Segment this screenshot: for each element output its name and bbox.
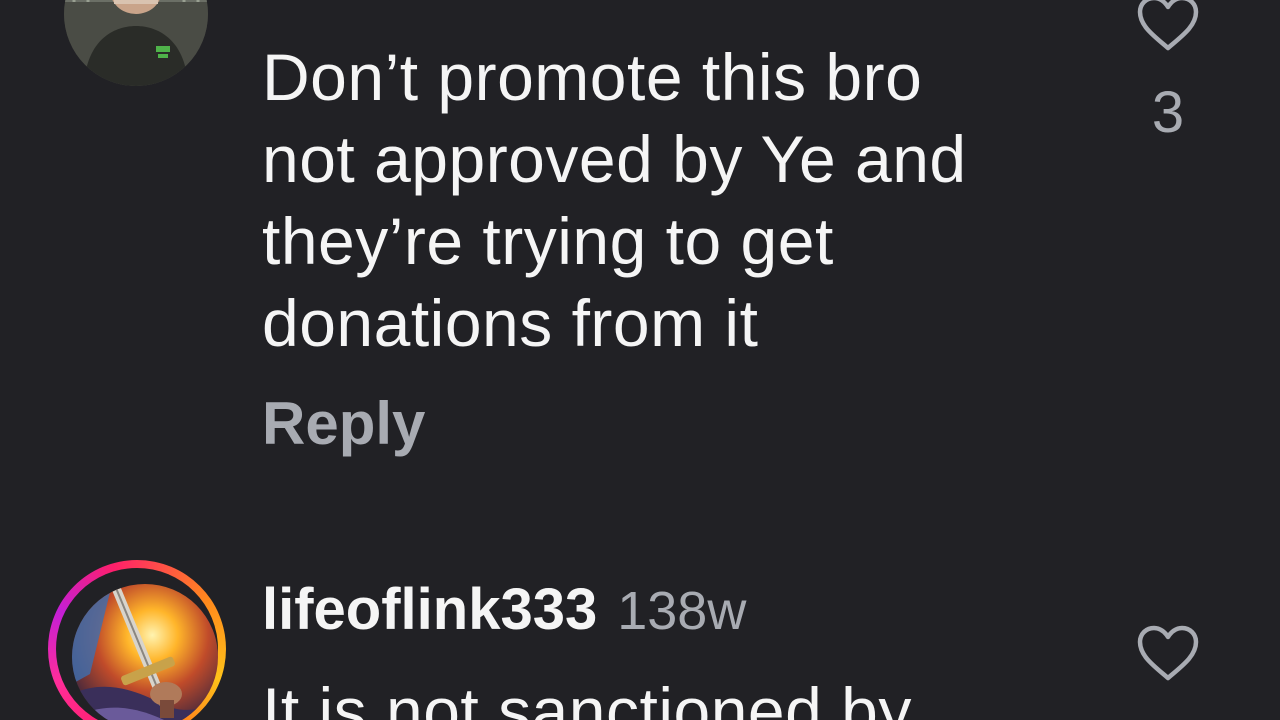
avatar[interactable] xyxy=(64,0,208,86)
comment-item: lifeoflink333 138w It is not sanctioned b… xyxy=(0,540,1280,720)
comments-screen: Don’t promote this bro not approved by Y… xyxy=(0,0,1280,720)
username-link[interactable]: lifeoflink333 xyxy=(262,577,597,642)
heart-outline-icon xyxy=(1137,625,1199,681)
comment-text: It is not sanctioned by xyxy=(262,674,912,720)
avatar-sword-art-icon xyxy=(72,584,218,720)
comment-item: Don’t promote this bro not approved by Y… xyxy=(0,0,1280,520)
avatar xyxy=(72,584,218,720)
like-button[interactable] xyxy=(1134,0,1202,54)
timestamp: 138w xyxy=(617,581,747,641)
comment-text: Don’t promote this bro not approved by Y… xyxy=(262,40,967,360)
comment-header: lifeoflink333 138w xyxy=(262,570,746,650)
like-count: 3 xyxy=(1151,80,1185,145)
reply-button[interactable]: Reply xyxy=(262,388,425,460)
story-ring[interactable] xyxy=(48,560,226,720)
like-button[interactable] xyxy=(1134,624,1202,684)
heart-outline-icon xyxy=(1137,0,1199,51)
avatar-photo-icon xyxy=(64,0,208,86)
